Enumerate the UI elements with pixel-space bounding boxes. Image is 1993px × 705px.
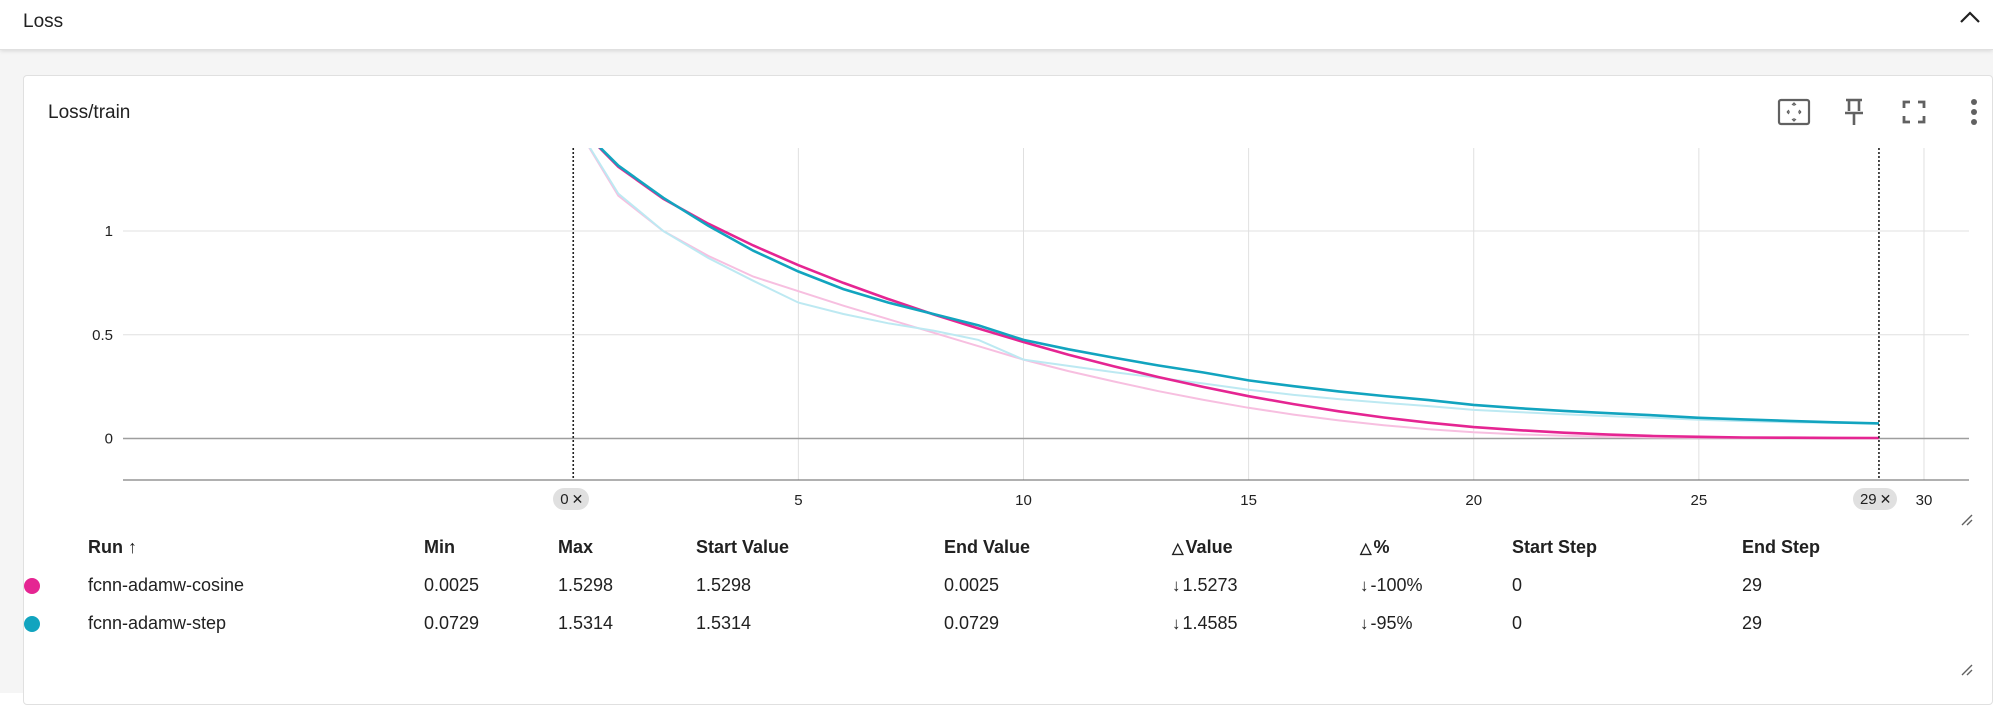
max-cell: 1.5298 bbox=[558, 574, 614, 595]
series-group bbox=[588, 148, 1880, 440]
start-step-cell: 0 bbox=[1512, 612, 1523, 633]
min-cell: 0.0729 bbox=[424, 612, 480, 633]
delta-percent-cell: ↓ -95% bbox=[1360, 604, 1512, 642]
x-tick-label: 10 bbox=[1015, 492, 1032, 509]
arrow-down-icon: ↓ bbox=[1172, 613, 1181, 633]
x-tick-label: 25 bbox=[1691, 492, 1708, 509]
range-start-value: 0 bbox=[560, 490, 569, 508]
delta-percent-header-label: % bbox=[1373, 536, 1390, 557]
color-column-header bbox=[24, 528, 88, 566]
table-row: fcnn-adamw-step 0.0729 1.5314 1.5314 0.0… bbox=[24, 604, 1862, 642]
delta-icon: △ bbox=[1172, 539, 1184, 557]
section-title: Loss bbox=[23, 11, 64, 32]
collapse-button[interactable] bbox=[1955, 4, 1985, 30]
sort-ascending-icon: ↑ bbox=[128, 536, 138, 557]
chevron-up-icon bbox=[1960, 11, 1980, 23]
range-end-value: 29 bbox=[1859, 490, 1877, 508]
run-color-dot bbox=[24, 577, 40, 594]
delta-value-text: 1.4585 bbox=[1182, 612, 1238, 633]
min-cell: 0.0025 bbox=[424, 574, 480, 595]
delta-value-cell: ↓ 1.5273 bbox=[1172, 566, 1360, 604]
end-value-cell: 0.0729 bbox=[944, 612, 1000, 633]
delta-value-text: 1.5273 bbox=[1182, 574, 1238, 595]
delta-value-cell: ↓ 1.4585 bbox=[1172, 604, 1360, 642]
y-tick-label: 1 bbox=[105, 223, 113, 240]
end-value-cell: 0.0025 bbox=[944, 574, 1000, 595]
range-start-chip[interactable]: 0 ✕ bbox=[553, 488, 590, 510]
delta-percent-column-header[interactable]: △% bbox=[1360, 528, 1512, 566]
x-tick-label: 5 bbox=[794, 492, 802, 509]
x-tick-label: 30 bbox=[1916, 492, 1933, 509]
min-column-header[interactable]: Min bbox=[424, 528, 558, 566]
delta-percent-text: -95% bbox=[1370, 612, 1413, 633]
arrow-down-icon: ↓ bbox=[1360, 613, 1369, 633]
series-raw-line bbox=[588, 148, 1880, 425]
range-end-close-icon[interactable]: ✕ bbox=[1880, 491, 1892, 508]
start-value-column-header[interactable]: Start Value bbox=[696, 528, 944, 566]
end-step-cell: 29 bbox=[1742, 612, 1763, 633]
loss-chart[interactable]: 5 10 15 20 25 30 0 0.5 1 bbox=[24, 76, 1992, 516]
delta-percent-text: -100% bbox=[1370, 574, 1423, 595]
start-step-column-header[interactable]: Start Step bbox=[1512, 528, 1742, 566]
range-start-close-icon[interactable]: ✕ bbox=[572, 491, 584, 508]
run-color-cell bbox=[24, 604, 88, 642]
end-step-column-header[interactable]: End Step bbox=[1742, 528, 1862, 566]
end-value-column-header[interactable]: End Value bbox=[944, 528, 1172, 566]
arrow-down-icon: ↓ bbox=[1360, 575, 1369, 595]
runs-table: Run ↑ Min Max Start Value End Value △ Val… bbox=[24, 528, 1862, 642]
run-color-cell bbox=[24, 566, 88, 604]
card-resize-icon[interactable] bbox=[1960, 663, 1974, 677]
delta-value-column-header[interactable]: △ Value bbox=[1172, 528, 1360, 566]
delta-value-header-label: Value bbox=[1185, 536, 1233, 557]
series-smoothed-line bbox=[597, 148, 1880, 440]
run-column-header[interactable]: Run ↑ bbox=[88, 528, 424, 566]
range-end-chip[interactable]: 29 ✕ bbox=[1852, 488, 1898, 510]
section-header: Loss bbox=[0, 0, 1993, 50]
start-step-cell: 0 bbox=[1512, 574, 1523, 595]
max-column-header[interactable]: Max bbox=[558, 528, 696, 566]
chart-resize-icon[interactable] bbox=[1960, 513, 1974, 527]
start-value-cell: 1.5314 bbox=[696, 612, 752, 633]
series-smoothed-line bbox=[598, 148, 1880, 425]
y-tick-label: 0 bbox=[105, 431, 113, 448]
run-header-label: Run bbox=[88, 536, 123, 557]
run-color-dot bbox=[24, 615, 40, 632]
max-cell: 1.5314 bbox=[558, 612, 614, 633]
run-name-cell: fcnn-adamw-cosine bbox=[88, 574, 245, 595]
x-tick-label: 20 bbox=[1465, 492, 1482, 509]
arrow-down-icon: ↓ bbox=[1172, 575, 1181, 595]
y-tick-label: 0.5 bbox=[92, 327, 113, 344]
table-header-row: Run ↑ Min Max Start Value End Value △ Val… bbox=[24, 528, 1862, 566]
run-name-cell: fcnn-adamw-step bbox=[88, 612, 227, 633]
x-tick-label: 15 bbox=[1240, 492, 1257, 509]
delta-icon: △ bbox=[1360, 539, 1372, 557]
start-value-cell: 1.5298 bbox=[696, 574, 752, 595]
end-step-cell: 29 bbox=[1742, 574, 1763, 595]
delta-percent-cell: ↓ -100% bbox=[1360, 566, 1512, 604]
table-row: fcnn-adamw-cosine 0.0025 1.5298 1.5298 0… bbox=[24, 566, 1862, 604]
